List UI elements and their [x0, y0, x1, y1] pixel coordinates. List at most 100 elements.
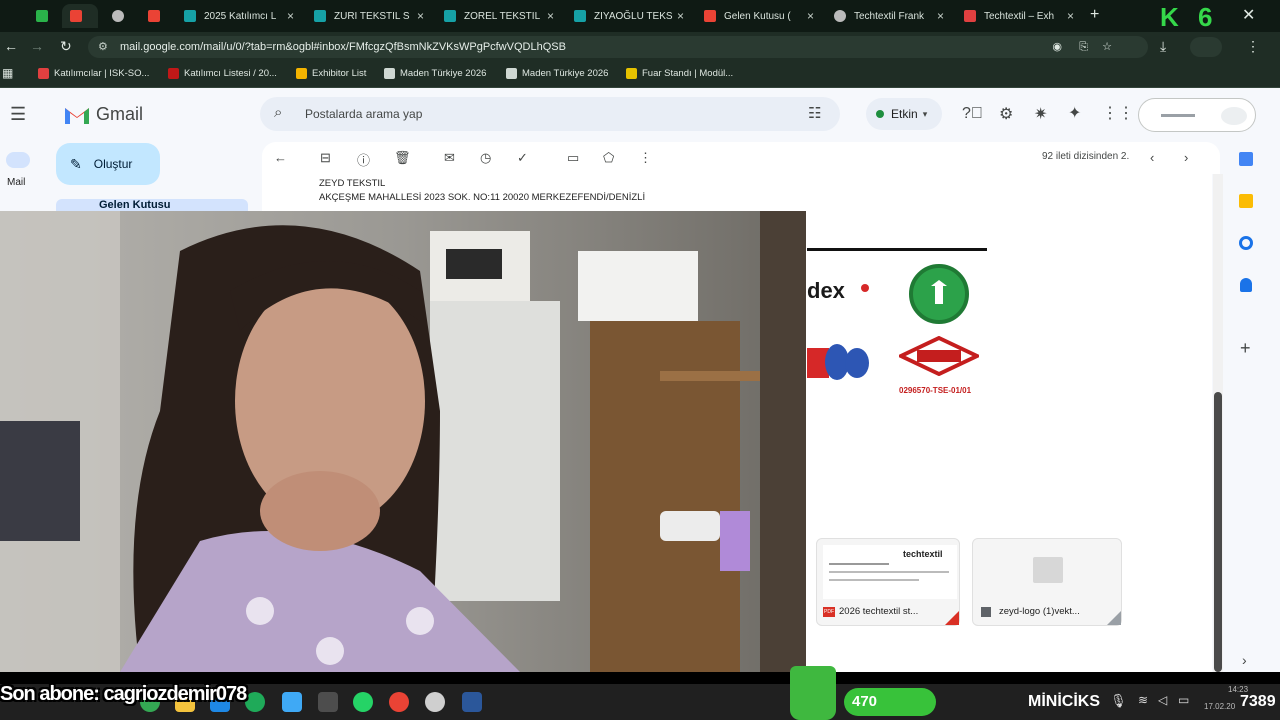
apps-icon[interactable]: ⋮⋮	[1102, 103, 1134, 123]
chrome-active-icon[interactable]	[389, 692, 409, 712]
tab-techtextil-exh[interactable]: Techtextil – Exh ×	[956, 4, 1080, 28]
scrollbar-track[interactable]	[1213, 174, 1223, 672]
close-icon[interactable]: ×	[1067, 9, 1074, 23]
tab-label: ZIYAOĞLU TEKS	[594, 10, 673, 22]
tab-zuri[interactable]: ZURI TEKSTIL S ×	[306, 4, 430, 28]
search-icon[interactable]: ⌕	[274, 104, 282, 121]
browser-tab-bar: 2025 Katılımcı L × ZURI TEKSTIL S × ZORE…	[0, 0, 1280, 32]
gemini-icon[interactable]: ✦	[1068, 103, 1081, 123]
calendar-icon[interactable]	[1239, 152, 1253, 166]
webcam-feed	[0, 211, 806, 672]
bookmark-item[interactable]: Exhibitor List	[296, 68, 366, 79]
archive-icon[interactable]: ⊟	[320, 150, 331, 166]
add-task-icon[interactable]: ✓	[517, 150, 528, 166]
site-info-icon[interactable]: ⚙	[98, 36, 108, 58]
help-icon[interactable]: ?⃝	[962, 105, 983, 123]
next-icon[interactable]: ›	[1184, 150, 1188, 165]
magic-icon[interactable]: ✷	[1034, 104, 1047, 124]
attachment-card[interactable]: zeyd-logo (1)vekt...	[972, 538, 1122, 626]
snooze-icon[interactable]: ◷	[480, 150, 491, 166]
reload-icon[interactable]: ↻	[60, 38, 72, 55]
download-icon[interactable]: ⤓	[1160, 38, 1166, 55]
close-icon[interactable]: ×	[677, 9, 684, 23]
back-to-inbox-icon[interactable]: ←	[274, 150, 287, 165]
prev-icon[interactable]: ‹	[1150, 150, 1154, 165]
tab-gmail-active[interactable]	[62, 4, 98, 28]
menu-icon[interactable]: ⋮	[1246, 38, 1260, 55]
mic-icon[interactable]: 🎙	[1110, 693, 1127, 709]
close-icon[interactable]: ×	[287, 9, 294, 23]
label-icon[interactable]: ⬠	[603, 150, 614, 166]
file-placeholder-icon	[1033, 557, 1063, 583]
hamburger-icon[interactable]: ☰	[10, 104, 26, 125]
search-options-icon[interactable]: ☷	[808, 104, 821, 122]
pdf-corner-icon	[945, 611, 959, 625]
profile-button[interactable]	[1190, 37, 1222, 57]
bookmark-item[interactable]: Katılımcılar | ISK-SO...	[38, 68, 149, 79]
close-icon[interactable]: ×	[547, 9, 554, 23]
nav-item-inbox[interactable]: Gelen Kutusu	[56, 199, 248, 211]
gear-icon[interactable]: ⚙	[999, 104, 1013, 124]
close-icon[interactable]: ×	[417, 9, 424, 23]
file-corner-icon	[1107, 611, 1121, 625]
app-icon[interactable]	[245, 692, 265, 712]
account-chip[interactable]	[1138, 98, 1256, 132]
report-spam-icon[interactable]: ⓘ	[357, 150, 370, 169]
search-bar[interactable]: ⌕ Postalarda arama yap ☷	[260, 97, 840, 131]
app-icon[interactable]	[425, 692, 445, 712]
mail-rail-icon[interactable]	[6, 152, 30, 168]
move-to-icon[interactable]: ▭	[567, 150, 579, 166]
sender-address: AKÇEŞME MAHALLESİ 2023 SOK. NO:11 20020 …	[319, 192, 646, 203]
tasks-icon[interactable]	[1239, 236, 1253, 250]
scrollbar-thumb[interactable]	[1214, 392, 1222, 672]
keep-icon[interactable]	[1239, 194, 1253, 208]
word-icon[interactable]	[462, 692, 482, 712]
tab-gmail-2[interactable]	[140, 4, 174, 28]
wifi-icon[interactable]: ≋	[1138, 693, 1148, 707]
eye-icon[interactable]: ◉	[1052, 36, 1062, 58]
gmail-logo[interactable]: Gmail	[64, 104, 143, 125]
add-addon-icon[interactable]: +	[1240, 338, 1251, 359]
more-icon[interactable]: ⋮	[639, 150, 652, 166]
battery-icon[interactable]: ▭	[1178, 693, 1189, 707]
bookmark-item[interactable]: Fuar Standı | Modül...	[626, 68, 733, 79]
tab-ziyaoglu[interactable]: ZIYAOĞLU TEKS ×	[566, 4, 690, 28]
new-tab-icon[interactable]: +	[1090, 6, 1099, 24]
tab-katilimci[interactable]: 2025 Katılımcı L ×	[176, 4, 300, 28]
tab-zorel[interactable]: ZOREL TEKSTIL ×	[436, 4, 560, 28]
avatar[interactable]	[1221, 107, 1247, 125]
tab-new-group[interactable]	[28, 4, 54, 28]
back-icon[interactable]: ←	[4, 38, 18, 54]
whatsapp-icon[interactable]	[353, 692, 373, 712]
forward-icon[interactable]: →	[30, 38, 44, 54]
attachment-card[interactable]: techtextil PDF 2026 techtextil st...	[816, 538, 960, 626]
close-icon[interactable]: ×	[807, 9, 814, 23]
apps-grid-icon[interactable]: ▦	[2, 66, 13, 80]
expand-panel-icon[interactable]: ›	[1242, 652, 1247, 668]
chevron-down-icon: ▾	[922, 108, 928, 119]
search-input[interactable]: Postalarda arama yap	[305, 107, 422, 121]
tab-generic[interactable]	[104, 4, 134, 28]
tab-techtextil-frank[interactable]: Techtextil Frank ×	[826, 4, 950, 28]
window-close-icon[interactable]: ✕	[1242, 5, 1255, 25]
tab-label: ZURI TEKSTIL S	[334, 10, 410, 22]
pencil-icon: ✎	[70, 155, 82, 172]
speaker-icon[interactable]: ◁	[1158, 693, 1167, 707]
mark-unread-icon[interactable]: ✉	[444, 150, 455, 166]
compose-button[interactable]: ✎ Oluştur	[56, 143, 160, 185]
tab-label: ZOREL TEKSTIL	[464, 10, 541, 22]
app-icon[interactable]	[282, 692, 302, 712]
bookmark-item[interactable]: Maden Türkiye 2026	[506, 68, 608, 79]
bookmark-item[interactable]: Katılımcı Listesi / 20...	[168, 68, 277, 79]
close-icon[interactable]: ×	[937, 9, 944, 23]
tab-gelen-kutusu[interactable]: Gelen Kutusu ( ×	[696, 4, 820, 28]
bookmark-item[interactable]: Maden Türkiye 2026	[384, 68, 486, 79]
delete-icon[interactable]: 🗑	[394, 150, 411, 166]
status-dot-icon	[876, 110, 884, 118]
url-field[interactable]: ⚙ mail.google.com/mail/u/0/?tab=rm&ogbl#…	[88, 36, 1148, 58]
app-icon[interactable]	[318, 692, 338, 712]
star-icon[interactable]: ☆	[1102, 36, 1112, 58]
translate-icon[interactable]: ⎘	[1079, 36, 1088, 58]
status-chip[interactable]: Etkin ▾	[866, 98, 942, 130]
contacts-icon[interactable]	[1240, 278, 1252, 292]
